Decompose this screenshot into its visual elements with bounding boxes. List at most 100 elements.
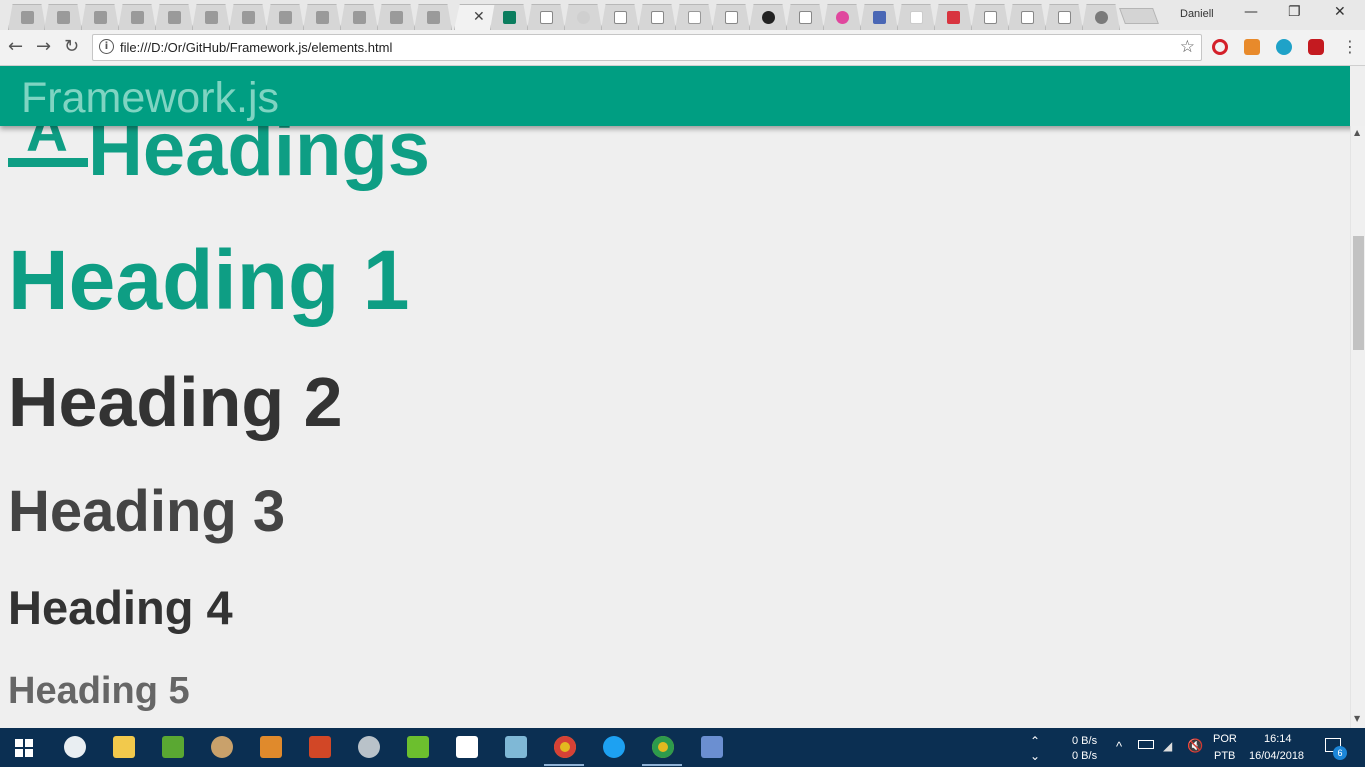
browser-tab[interactable] xyxy=(934,4,972,30)
net-download-speed: 0 B/s xyxy=(1072,750,1098,762)
sad-tab-icon xyxy=(279,11,292,24)
browser-tab[interactable] xyxy=(527,4,565,30)
settings-gear-icon xyxy=(1095,11,1108,24)
browser-tab[interactable] xyxy=(229,4,267,30)
document-icon xyxy=(614,11,627,24)
brand-title[interactable]: Framework.js xyxy=(21,74,279,123)
settings-gear-icon[interactable] xyxy=(358,736,380,758)
adblock-plus-icon[interactable] xyxy=(1308,39,1324,55)
sad-tab-icon xyxy=(427,11,440,24)
sad-tab-icon xyxy=(168,11,181,24)
metamask-icon[interactable] xyxy=(1244,39,1260,55)
framework-favicon-icon xyxy=(503,11,516,24)
steam-icon[interactable] xyxy=(64,736,86,758)
network-icon[interactable]: ◢ xyxy=(1163,739,1172,753)
browser-tab[interactable] xyxy=(971,4,1009,30)
heading-2: Heading 2 xyxy=(8,363,343,441)
browser-tab[interactable] xyxy=(1008,4,1046,30)
browser-tab[interactable] xyxy=(860,4,898,30)
browser-tab[interactable] xyxy=(192,4,230,30)
file-explorer-icon[interactable] xyxy=(113,736,135,758)
document-icon xyxy=(1058,11,1071,24)
reload-button[interactable]: ↻ xyxy=(64,36,79,57)
profile-name[interactable]: Daniell xyxy=(1180,8,1214,20)
windows-taskbar: ⌃ ⌄ 0 B/s 0 B/s ^ ◢ 🔇 POR PTB 16:14 16/0… xyxy=(0,728,1365,767)
browser-tab[interactable] xyxy=(1045,4,1083,30)
tab-close-icon[interactable]: ✕ xyxy=(473,9,485,25)
scrollbar-thumb[interactable] xyxy=(1353,236,1364,350)
wikipedia-icon xyxy=(688,11,701,24)
language-top[interactable]: POR xyxy=(1213,733,1237,745)
chrome-icon[interactable] xyxy=(554,736,576,758)
show-hidden-icons-icon[interactable]: ^ xyxy=(1116,739,1122,754)
sad-tab-icon xyxy=(316,11,329,24)
sad-tab-icon xyxy=(131,11,144,24)
browser-tab[interactable] xyxy=(1082,4,1120,30)
forward-button[interactable]: → xyxy=(36,36,51,57)
browser-tab[interactable] xyxy=(897,4,935,30)
browser-tab[interactable] xyxy=(155,4,193,30)
browser-tab[interactable] xyxy=(266,4,304,30)
windows-start-icon[interactable] xyxy=(15,739,33,757)
tray-chevron-up-icon[interactable]: ⌃ xyxy=(1030,734,1040,748)
browser-tab[interactable] xyxy=(564,4,602,30)
restore-button[interactable]: ❐ xyxy=(1288,4,1301,20)
close-window-button[interactable]: ✕ xyxy=(1334,4,1346,20)
extension-red-icon[interactable] xyxy=(1212,39,1228,55)
browser-tab[interactable] xyxy=(786,4,824,30)
chrome-icon[interactable] xyxy=(652,736,674,758)
browser-tab[interactable] xyxy=(601,4,639,30)
browser-tab[interactable] xyxy=(749,4,787,30)
clock-time[interactable]: 16:14 xyxy=(1264,733,1292,745)
clock-date[interactable]: 16/04/2018 xyxy=(1249,750,1304,762)
document-icon xyxy=(540,11,553,24)
back-button[interactable]: ← xyxy=(8,36,23,57)
code-site-icon xyxy=(873,11,886,24)
tray-chevron-down-icon[interactable]: ⌄ xyxy=(1030,749,1040,763)
gallery-icon[interactable] xyxy=(260,736,282,758)
browser-tab[interactable] xyxy=(377,4,415,30)
sad-tab-icon xyxy=(21,11,34,24)
browser-tab[interactable] xyxy=(490,4,528,30)
browser-tab[interactable] xyxy=(712,4,750,30)
volume-muted-icon[interactable]: 🔇 xyxy=(1187,738,1203,754)
bookmark-star-icon[interactable]: ☆ xyxy=(1180,37,1195,57)
browser-tab[interactable] xyxy=(8,4,46,30)
powerpoint-icon[interactable] xyxy=(309,736,331,758)
scroll-up-arrow-icon[interactable]: ▲ xyxy=(1354,128,1360,137)
chrome-active-indicator xyxy=(642,764,682,766)
paint-icon[interactable] xyxy=(211,736,233,758)
battery-icon[interactable] xyxy=(1138,740,1154,749)
minimize-button[interactable]: — xyxy=(1244,4,1258,20)
sticky-notes-icon[interactable] xyxy=(456,736,478,758)
chrome-active-indicator xyxy=(544,764,584,766)
extension-blue-icon[interactable] xyxy=(1276,39,1292,55)
page-scrollbar[interactable]: ▲ ▼ xyxy=(1350,126,1365,728)
heading-3: Heading 3 xyxy=(8,479,286,544)
chrome-menu-icon[interactable]: ⋮ xyxy=(1342,37,1358,56)
tool-icon[interactable] xyxy=(407,736,429,758)
heading-1: Heading 1 xyxy=(8,233,410,327)
document-icon xyxy=(725,11,738,24)
pink-site-icon xyxy=(836,11,849,24)
remote-desktop-icon[interactable] xyxy=(701,736,723,758)
url-text[interactable]: file:///D:/Or/GitHub/Framework.js/elemen… xyxy=(120,40,392,55)
browser-tab[interactable] xyxy=(118,4,156,30)
browser-tab[interactable] xyxy=(340,4,378,30)
new-tab-button[interactable] xyxy=(1119,8,1159,24)
browser-tab[interactable] xyxy=(414,4,452,30)
language-bottom[interactable]: PTB xyxy=(1214,750,1235,762)
address-bar[interactable]: i file:///D:/Or/GitHub/Framework.js/elem… xyxy=(92,34,1202,61)
browser-tab[interactable] xyxy=(303,4,341,30)
browser-tab[interactable] xyxy=(823,4,861,30)
browser-tab[interactable] xyxy=(44,4,82,30)
notepadpp-icon[interactable] xyxy=(162,736,184,758)
twitter-icon[interactable] xyxy=(603,736,625,758)
browser-tab[interactable] xyxy=(638,4,676,30)
sad-tab-icon xyxy=(57,11,70,24)
browser-tab[interactable] xyxy=(675,4,713,30)
scroll-down-arrow-icon[interactable]: ▼ xyxy=(1354,714,1360,723)
info-icon[interactable]: i xyxy=(99,39,114,54)
browser-tab[interactable] xyxy=(81,4,119,30)
app-icon[interactable] xyxy=(505,736,527,758)
